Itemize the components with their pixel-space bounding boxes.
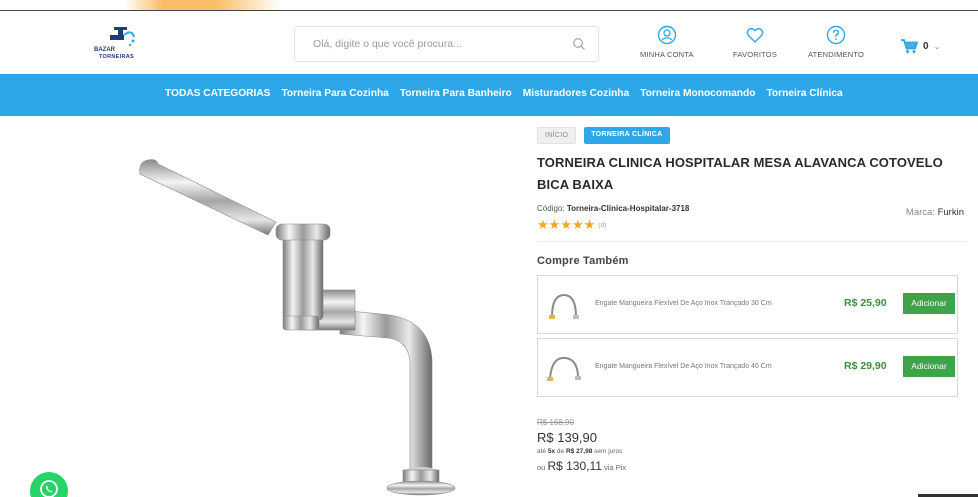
product-image[interactable] [100, 140, 500, 497]
cross-sell-title: Compre Também [537, 255, 629, 267]
support-label: ATENDIMENTO [808, 50, 865, 59]
my-account-label: MINHA CONTA [640, 50, 694, 59]
star-icon: ★ [548, 217, 561, 232]
installments: até 5x de R$ 27,98 sem juros [537, 448, 626, 455]
my-account-link[interactable]: MINHA CONTA [640, 25, 694, 59]
brand-value[interactable]: Furkin [938, 207, 964, 218]
nav-item-kitchen[interactable]: Torneira Para Cozinha [281, 88, 388, 99]
cross-sell-item: Engate Mangueira Flexível De Aço Inox Tr… [537, 338, 958, 397]
site-header: BAZAR TORNEIRAS MINHA CONTA FAVORITOS AT… [0, 11, 978, 74]
site-logo[interactable]: BAZAR TORNEIRAS [90, 25, 150, 61]
rating-count: (0) [598, 221, 607, 229]
search-box [294, 26, 599, 62]
logo-text-torneiras: TORNEIRAS [99, 54, 134, 60]
nav-item-all-categories[interactable]: TODAS CATEGORIAS [165, 88, 270, 99]
cart-count: 0 [923, 40, 929, 52]
code-value: Torneira-Clinica-Hospitalar-3718 [566, 204, 690, 213]
favorites-label: FAVORITOS [733, 50, 778, 59]
code-label: Código: [537, 204, 565, 213]
cart-button[interactable]: 0 ⌄ [900, 38, 940, 54]
star-icon: ★ [583, 217, 596, 232]
favorites-link[interactable]: FAVORITOS [733, 25, 777, 59]
search-input[interactable] [313, 35, 563, 53]
pix-price-line: ou R$ 130,11 via Pix [537, 459, 626, 473]
search-icon[interactable] [572, 37, 586, 51]
faucet-logo-icon [110, 27, 135, 47]
current-price: R$ 139,90 [537, 430, 597, 445]
nav-item-single-lever[interactable]: Torneira Monocomando [640, 88, 755, 99]
pix-prefix: ou [537, 463, 546, 472]
add-button[interactable]: Adicionar [903, 293, 955, 314]
hose-thumbnail-icon [547, 356, 581, 381]
star-icon: ★ [537, 217, 549, 232]
rating-stars[interactable]: ★ ★ ★ ★ ★ (0) [537, 218, 606, 232]
cross-sell-price: R$ 25,90 [844, 297, 887, 309]
installments-suffix: sem juros [594, 448, 623, 455]
add-button[interactable]: Adicionar [903, 356, 955, 377]
heart-icon [746, 27, 764, 43]
nav-item-bathroom[interactable]: Torneira Para Banheiro [400, 88, 512, 99]
user-icon [657, 25, 677, 45]
installments-value: R$ 27,98 [565, 448, 593, 455]
category-nav: TODAS CATEGORIAS Torneira Para Cozinha T… [0, 74, 978, 116]
cross-sell-item: Engate Mangueira Flexível De Aço Inox Tr… [537, 275, 958, 334]
top-banner-strip [0, 0, 978, 11]
brand-label: Marca: [905, 207, 935, 218]
cross-sell-price: R$ 29,90 [844, 360, 887, 372]
hose-thumbnail-icon [549, 293, 579, 319]
breadcrumb-current[interactable]: TORNEIRA CLÍNICA [584, 127, 670, 144]
support-link[interactable]: ATENDIMENTO [808, 25, 864, 59]
installments-prefix: até [537, 448, 547, 455]
star-icon: ★ [560, 217, 572, 232]
product-code: Código: Torneira-Clinica-Hospitalar-3718 [537, 204, 689, 213]
breadcrumb-home[interactable]: INÍCIO [537, 127, 577, 144]
breadcrumb: INÍCIO TORNEIRA CLÍNICA [537, 127, 670, 144]
whatsapp-button[interactable] [30, 472, 68, 497]
cross-sell-name[interactable]: Engate Mangueira Flexível De Aço Inox Tr… [595, 300, 772, 307]
cross-sell-name[interactable]: Engate Mangueira Flexível De Aço Inox Tr… [595, 363, 772, 370]
pix-price: R$ 130,11 [547, 459, 602, 473]
nav-item-clinical[interactable]: Torneira Clínica [766, 88, 842, 99]
star-icon: ★ [571, 217, 584, 232]
chevron-down-icon: ⌄ [933, 41, 941, 51]
price-box: R$ 168,90 R$ 139,90 até 5x de R$ 27,98 s… [537, 418, 626, 473]
whatsapp-icon [40, 480, 58, 497]
divider [537, 241, 967, 242]
product-title: TORNEIRA CLINICA HOSPITALAR MESA ALAVANC… [537, 155, 943, 192]
help-icon [826, 25, 846, 45]
pix-suffix: via Pix [604, 463, 627, 472]
logo-text-bazar: BAZAR [94, 47, 115, 53]
product-brand: Marca: Furkin [906, 207, 964, 218]
installments-mid: de [556, 448, 565, 455]
nav-item-kitchen-mixers[interactable]: Misturadores Cozinha [523, 88, 629, 99]
installments-count: 5x [547, 448, 556, 455]
old-price: R$ 168,90 [537, 418, 574, 427]
faucet-image [139, 159, 456, 496]
cart-icon [901, 39, 918, 53]
